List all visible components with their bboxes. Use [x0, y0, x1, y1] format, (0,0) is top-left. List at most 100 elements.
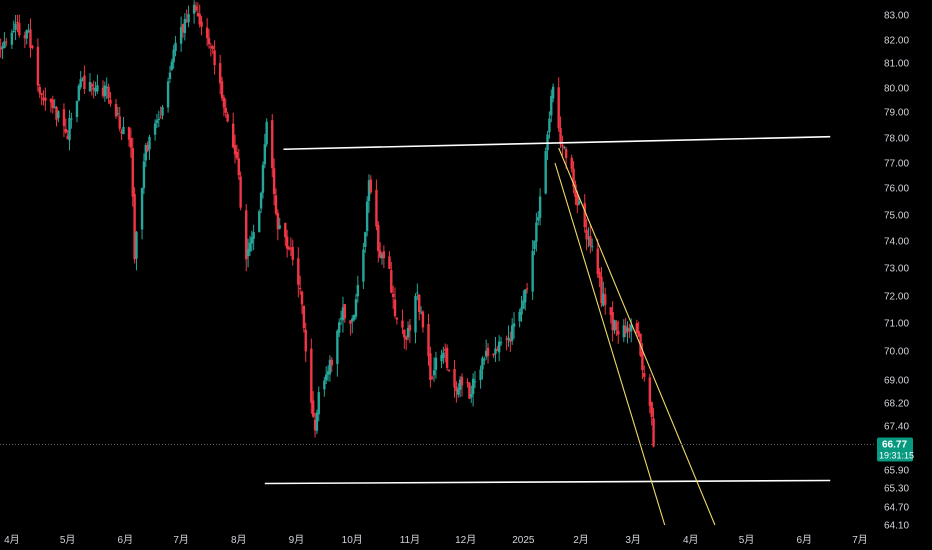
candle-body: [648, 377, 652, 406]
y-tick-label: 74.00: [884, 237, 909, 248]
candle-body: [589, 236, 592, 246]
y-tick-label: 67.40: [884, 422, 909, 433]
candle-body: [200, 21, 203, 27]
candle-body: [187, 14, 190, 23]
x-tick-label: 11月: [400, 534, 420, 546]
x-tick-label: 9月: [289, 534, 305, 546]
candle-body: [62, 109, 66, 126]
candle-body: [40, 93, 43, 95]
candle-body: [585, 229, 588, 240]
candle-body: [429, 353, 432, 380]
candle-body: [470, 393, 473, 398]
candle-body: [109, 99, 112, 104]
candle-body: [278, 225, 281, 229]
candle-body: [330, 359, 333, 366]
candle-body: [18, 23, 21, 36]
candle-body: [232, 123, 235, 148]
candle-body: [577, 201, 581, 204]
candle-body: [551, 86, 555, 99]
candle-body: [390, 270, 393, 293]
candle-body: [323, 380, 326, 390]
candle-body: [114, 104, 118, 117]
candle-body: [559, 128, 562, 145]
y-tick-label: 71.00: [884, 319, 909, 330]
x-tick-label: 6月: [118, 534, 134, 546]
candle-body: [10, 32, 14, 45]
candle-body: [140, 187, 144, 230]
candle-body: [107, 86, 110, 99]
y-tick-label: 76.00: [884, 184, 909, 195]
x-tick-label: 10月: [342, 534, 363, 546]
candle-body: [479, 369, 482, 381]
candle-body: [408, 324, 412, 331]
y-tick-label: 75.00: [884, 211, 909, 222]
y-tick-label: 77.00: [884, 159, 909, 170]
candle-body: [403, 329, 406, 338]
candle-body: [304, 329, 307, 352]
y-tick-label: 79.00: [884, 108, 909, 119]
chart-background: [0, 0, 932, 550]
candle-body: [291, 247, 294, 260]
candle-body: [194, 6, 198, 11]
candle-body: [544, 150, 547, 194]
y-tick-label: 70.00: [884, 347, 909, 358]
price-chart[interactable]: 83.00 82.00 81.00 80.00 79.00 78.00 77.00 76.00…: [0, 0, 932, 550]
candle-body: [75, 100, 79, 118]
candle-body: [96, 85, 99, 92]
candle-body: [79, 79, 82, 88]
candle-body: [284, 222, 287, 238]
candle-body: [131, 148, 134, 197]
candle-body: [159, 117, 162, 119]
candle-body: [535, 222, 538, 242]
candle-body: [252, 232, 255, 239]
candle-body: [297, 258, 300, 285]
x-tick-label: 8月: [231, 534, 247, 546]
candle-body: [77, 85, 81, 101]
candle-body: [343, 304, 346, 319]
y-tick-label: 78.00: [884, 134, 909, 145]
candle-body: [531, 250, 534, 292]
x-tick-label: 5月: [739, 534, 755, 546]
x-tick-label: 12月: [455, 534, 476, 546]
candle-body: [391, 293, 395, 298]
candle-body: [615, 321, 618, 331]
candle-body: [583, 203, 586, 228]
candle-body: [237, 158, 240, 176]
candle-body: [416, 292, 419, 294]
candle-body: [434, 357, 438, 370]
candle-body: [538, 196, 542, 218]
y-tick-label: 65.90: [884, 466, 909, 477]
candle-body: [311, 400, 315, 417]
candle-body: [155, 120, 159, 123]
candle-body: [118, 116, 121, 129]
y-tick-label: 73.00: [884, 264, 909, 275]
candle-body: [427, 324, 430, 357]
candle-body: [36, 46, 40, 86]
candle-body: [51, 99, 54, 108]
last-price-value: 66.77: [882, 439, 907, 450]
candle-body: [650, 402, 653, 417]
candle-body: [285, 236, 289, 249]
y-tick-label: 64.70: [884, 503, 909, 514]
candle-body: [239, 176, 242, 208]
candle-body: [483, 359, 486, 361]
candle-body: [524, 289, 527, 303]
candle-body: [298, 288, 302, 290]
candle-body: [315, 412, 319, 431]
y-tick-label: 82.00: [884, 36, 909, 47]
candle-body: [224, 107, 227, 113]
candle-body: [382, 251, 386, 259]
candle-body: [207, 38, 211, 45]
candle-body: [211, 46, 214, 49]
candle-body: [116, 113, 120, 115]
candle-body: [596, 248, 599, 274]
candle-body: [148, 136, 151, 150]
candle-body: [499, 341, 503, 344]
x-tick-label: 2月: [573, 534, 589, 546]
candle-body: [90, 84, 94, 87]
candle-body: [174, 42, 177, 52]
candle-body: [302, 305, 306, 329]
candle-body: [205, 27, 209, 39]
candle-body: [643, 373, 646, 377]
candle-body: [213, 50, 216, 66]
